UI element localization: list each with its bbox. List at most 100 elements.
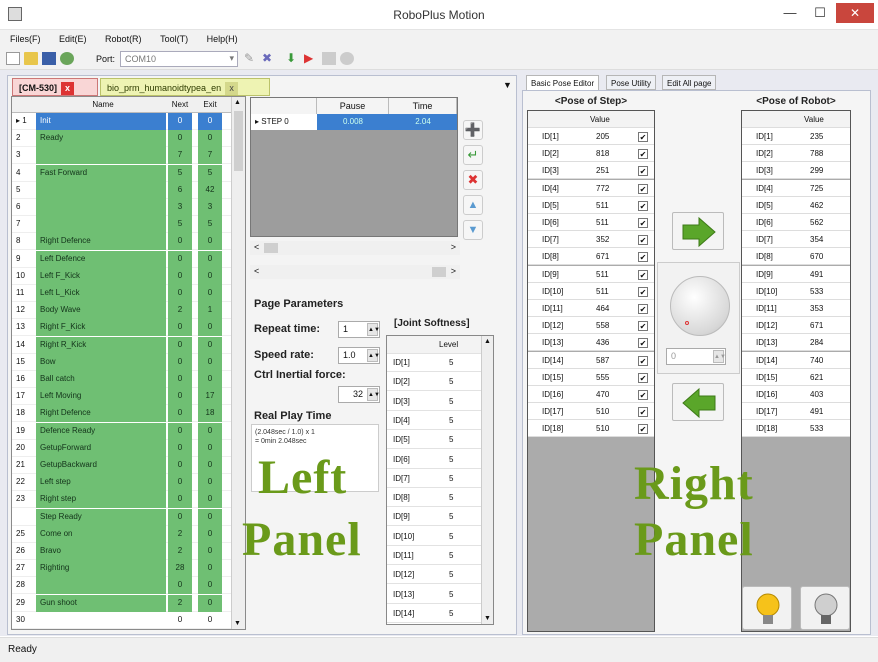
table-row[interactable]: ID[16] 470 ✔: [528, 386, 654, 403]
servo-value[interactable]: 788: [810, 149, 823, 158]
servo-enable-checkbox[interactable]: ✔: [638, 200, 648, 211]
servo-enable-checkbox[interactable]: ✔: [638, 286, 648, 297]
table-row[interactable]: ID[13] 5: [387, 586, 481, 604]
grid-pause-value[interactable]: 0.008: [317, 114, 389, 130]
table-row[interactable]: 10 Left F_Kick 0 0: [12, 267, 245, 285]
servo-value[interactable]: 533: [810, 287, 823, 296]
table-row[interactable]: ID[4] 772 ✔: [528, 179, 654, 197]
servo-value[interactable]: 670: [810, 252, 823, 261]
servo-value[interactable]: 555: [596, 373, 609, 382]
table-row[interactable]: 23 Right step 0 0: [12, 491, 245, 509]
servo-enable-checkbox[interactable]: ✔: [638, 304, 648, 314]
servo-value[interactable]: 511: [596, 218, 609, 227]
table-row[interactable]: ID[11] 353: [742, 300, 850, 317]
table-row[interactable]: ID[5] 462: [742, 196, 850, 214]
softness-level[interactable]: 5: [449, 435, 453, 444]
grid-hscroll[interactable]: < >: [250, 241, 460, 255]
table-row[interactable]: ID[3] 299: [742, 162, 850, 180]
move-down-icon[interactable]: ▼: [463, 220, 483, 240]
table-row[interactable]: ID[7] 352 ✔: [528, 231, 654, 249]
table-row[interactable]: ID[9] 491: [742, 265, 850, 283]
servo-value[interactable]: 491: [810, 270, 823, 279]
stepper-arrows-icon[interactable]: ▲▼: [367, 388, 380, 401]
menu-edit[interactable]: Edit(E): [59, 30, 87, 48]
softness-level[interactable]: 5: [449, 512, 453, 521]
servo-value[interactable]: 299: [810, 166, 823, 175]
table-row[interactable]: ID[17] 510 ✔: [528, 403, 654, 421]
delete-step-icon[interactable]: ✖: [463, 170, 483, 190]
softness-level[interactable]: 5: [449, 532, 453, 541]
scroll-down-icon[interactable]: ▼: [484, 615, 491, 622]
servo-value[interactable]: 235: [810, 132, 823, 141]
table-row[interactable]: ID[10] 511 ✔: [528, 282, 654, 300]
menu-files[interactable]: Files(F): [10, 30, 41, 48]
softness-level[interactable]: 5: [449, 570, 453, 579]
softness-level[interactable]: 5: [449, 397, 453, 406]
play-icon[interactable]: ▶: [304, 52, 318, 65]
softness-scrollbar[interactable]: ▲ ▼: [481, 336, 493, 624]
table-row[interactable]: ID[12] 558 ✔: [528, 317, 654, 335]
servo-enable-checkbox[interactable]: ✔: [638, 321, 648, 332]
position-dial-knob[interactable]: [670, 276, 730, 336]
speed-stepper[interactable]: 1.0 ▲▼: [338, 347, 380, 364]
tools-icon[interactable]: ✖: [262, 52, 276, 65]
menu-help[interactable]: Help(H): [207, 30, 238, 48]
insert-step-icon[interactable]: ↵: [463, 145, 483, 165]
menu-tool[interactable]: Tool(T): [160, 30, 188, 48]
table-row[interactable]: ID[9] 511 ✔: [528, 265, 654, 283]
scroll-up-icon[interactable]: ▲: [484, 338, 491, 345]
servo-enable-checkbox[interactable]: ✔: [638, 235, 648, 246]
table-row[interactable]: ID[10] 533: [742, 282, 850, 300]
table-row[interactable]: ID[2] 5: [387, 373, 481, 392]
move-up-icon[interactable]: ▲: [463, 195, 483, 215]
table-row[interactable]: ID[13] 284: [742, 334, 850, 352]
table-row[interactable]: ID[3] 251 ✔: [528, 162, 654, 180]
record-icon[interactable]: [340, 52, 354, 65]
servo-enable-checkbox[interactable]: ✔: [638, 338, 648, 349]
table-row[interactable]: ID[6] 562: [742, 214, 850, 231]
tab-pose-utility[interactable]: Pose Utility: [606, 75, 657, 90]
table-row[interactable]: ID[15] 621: [742, 368, 850, 386]
servo-enable-checkbox[interactable]: ✔: [638, 218, 648, 228]
minimize-button[interactable]: —: [776, 2, 804, 24]
servo-value[interactable]: 403: [810, 390, 823, 399]
add-step-icon[interactable]: ➕: [463, 120, 483, 140]
table-row[interactable]: ID[14] 740: [742, 351, 850, 369]
servo-value[interactable]: 251: [596, 166, 609, 175]
softness-level[interactable]: 5: [449, 377, 453, 386]
table-row[interactable]: ID[14] 587 ✔: [528, 351, 654, 369]
servo-value[interactable]: 558: [596, 321, 609, 330]
servo-value[interactable]: 470: [596, 390, 609, 399]
softness-level[interactable]: 5: [449, 551, 453, 560]
servo-value[interactable]: 533: [810, 424, 823, 433]
servo-value[interactable]: 562: [810, 218, 823, 227]
menu-robot[interactable]: Robot(R): [105, 30, 142, 48]
table-row[interactable]: ID[3] 5: [387, 393, 481, 411]
torque-off-button[interactable]: [800, 586, 850, 630]
dial-value-stepper[interactable]: 0 ▲▼: [666, 348, 726, 365]
table-row[interactable]: ID[18] 533: [742, 420, 850, 438]
table-row[interactable]: ID[10] 5: [387, 528, 481, 546]
open-folder-icon[interactable]: [24, 52, 38, 65]
servo-value[interactable]: 436: [596, 338, 609, 347]
table-row[interactable]: 22 Left step 0 0: [12, 474, 245, 492]
maximize-button[interactable]: ☐: [806, 2, 834, 24]
steps-hscroll[interactable]: < >: [250, 265, 460, 279]
servo-value[interactable]: 725: [810, 184, 823, 193]
step-grid[interactable]: Pause Time ▸ STEP 0 0.008 2.04: [250, 97, 458, 237]
table-row[interactable]: 27 Righting 28 0: [12, 560, 245, 578]
table-row[interactable]: 28 0 0: [12, 577, 245, 595]
table-row[interactable]: 12 Body Wave 2 1: [12, 302, 245, 320]
servo-enable-checkbox[interactable]: ✔: [638, 355, 648, 366]
new-file-icon[interactable]: [6, 52, 20, 65]
servo-enable-checkbox[interactable]: ✔: [638, 183, 648, 194]
table-row[interactable]: ID[17] 491: [742, 403, 850, 421]
servo-enable-checkbox[interactable]: ✔: [638, 269, 648, 280]
softness-level[interactable]: 5: [449, 474, 453, 483]
servo-enable-checkbox[interactable]: ✔: [638, 372, 648, 383]
table-row[interactable]: ID[2] 818 ✔: [528, 145, 654, 163]
table-row[interactable]: ID[5] 5: [387, 431, 481, 450]
torque-on-button[interactable]: [742, 586, 792, 630]
table-row[interactable]: 18 Right Defence 0 18: [12, 405, 245, 423]
table-row[interactable]: ID[1] 235: [742, 128, 850, 145]
